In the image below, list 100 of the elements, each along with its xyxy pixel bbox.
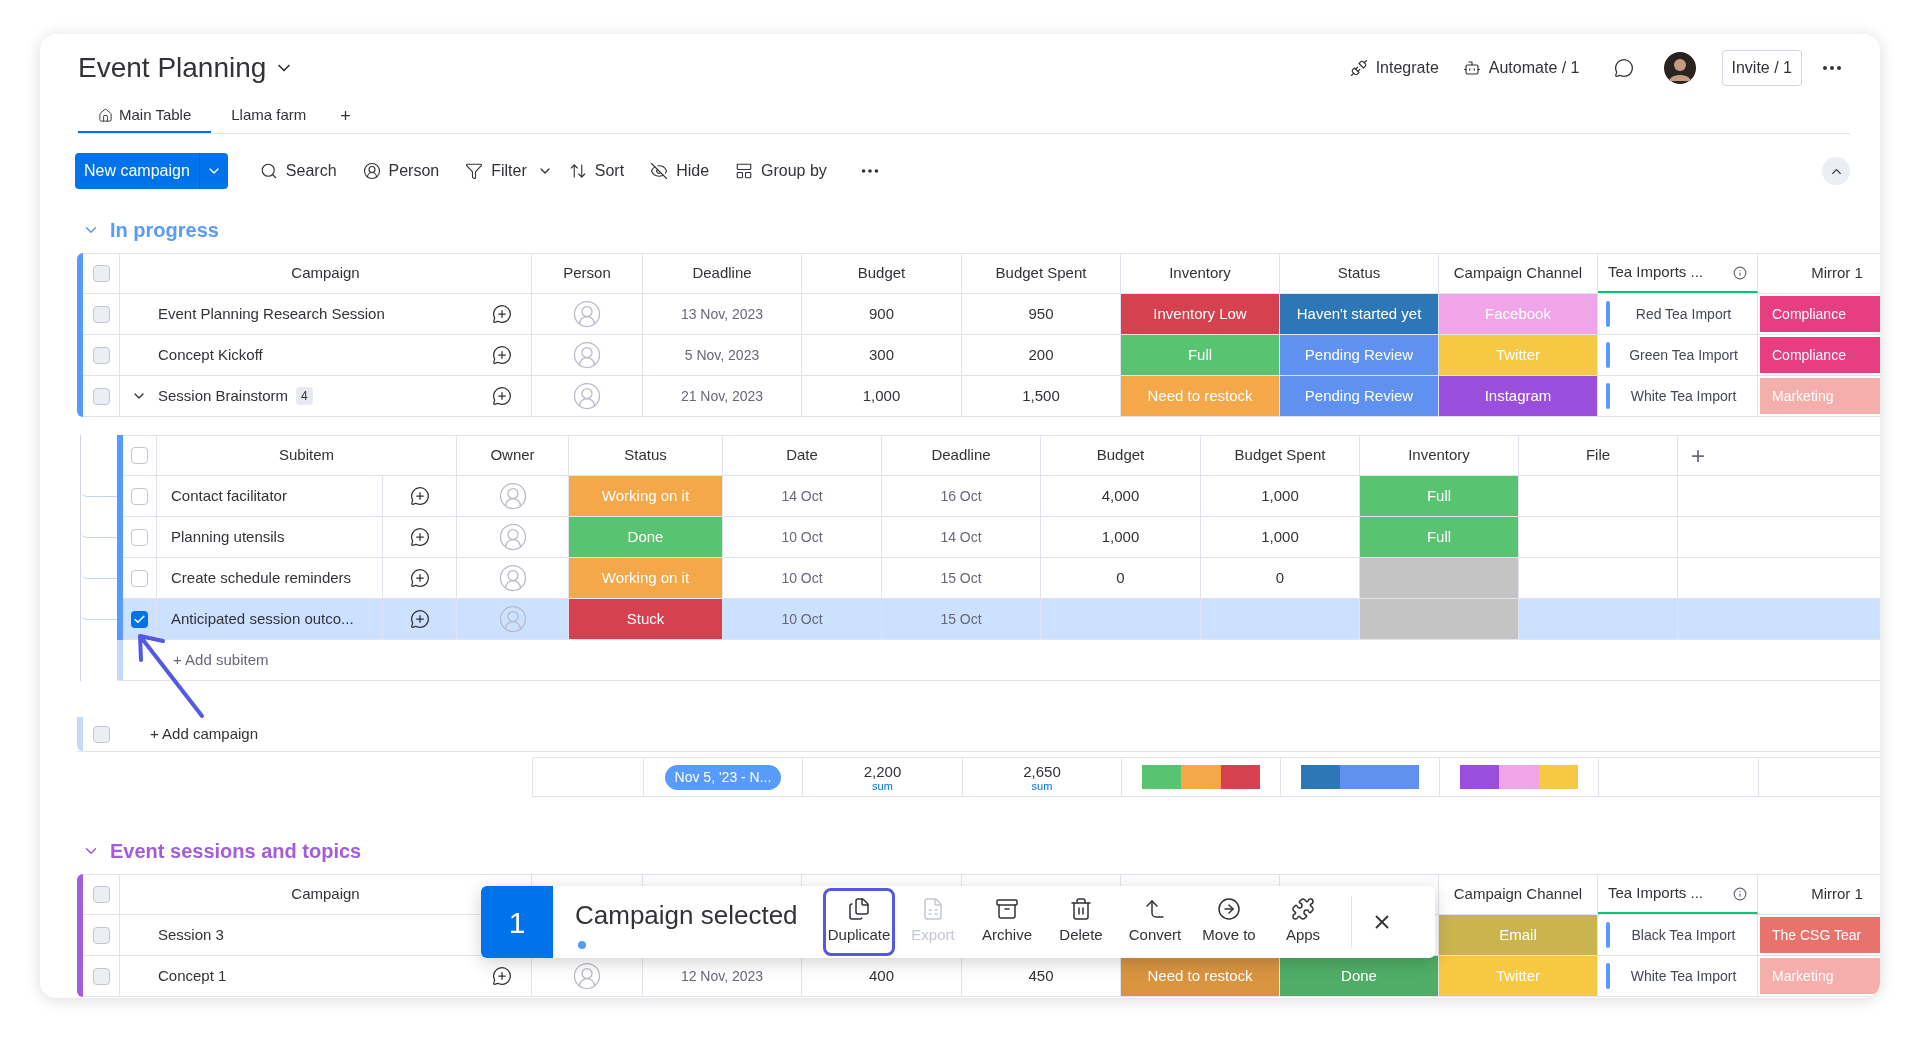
action-button[interactable]: Duplicate (823, 888, 895, 956)
item-name[interactable]: Concept 1 (158, 964, 227, 988)
collapse-button[interactable] (1822, 157, 1850, 185)
add-update-icon[interactable] (409, 568, 430, 588)
add-update-icon[interactable] (492, 386, 512, 406)
board-title[interactable]: Event Planning (78, 47, 267, 89)
distribution-segment[interactable] (1538, 765, 1578, 789)
checkbox[interactable] (93, 725, 110, 743)
view-tab[interactable]: Llama farm (211, 100, 327, 133)
person-avatar-icon[interactable] (497, 481, 528, 511)
person-avatar-icon[interactable] (497, 563, 528, 593)
status-label[interactable]: Compliance (1760, 337, 1880, 373)
column-header: File (1585, 445, 1611, 466)
add-update-icon[interactable] (492, 304, 512, 324)
add-update-icon[interactable] (409, 527, 430, 547)
column-header: Budget Spent (995, 263, 1087, 284)
column-header: Campaign Channel (1453, 263, 1583, 284)
subitem-name[interactable]: Contact facilitator (171, 484, 287, 508)
status-label[interactable]: Inventory Low (1121, 294, 1279, 334)
toolbar-button[interactable]: Group by (725, 153, 837, 189)
column-header: Campaign (291, 263, 360, 284)
status-label[interactable]: Instagram (1439, 376, 1597, 416)
checkbox[interactable] (92, 926, 110, 944)
connected-item[interactable]: Red Tea Import (1618, 303, 1749, 325)
add-campaign-link[interactable]: + Add campaign (150, 722, 258, 746)
person-avatar-icon[interactable] (497, 522, 528, 552)
connected-item[interactable]: White Tea Import (1618, 965, 1749, 987)
user-avatar[interactable] (1663, 52, 1696, 84)
date-text: 12 Nov, 2023 (680, 966, 764, 986)
connected-item[interactable]: Black Tea Import (1618, 924, 1749, 946)
header-action[interactable]: Automate / 1 (1450, 56, 1592, 80)
connected-item[interactable]: Green Tea Import (1618, 344, 1749, 366)
checkbox[interactable] (131, 487, 148, 505)
add-view-button[interactable]: + (326, 100, 365, 133)
number-text: 300 (869, 344, 894, 365)
toolbar-button[interactable]: Sort (558, 153, 635, 189)
info-icon[interactable] (1733, 265, 1747, 280)
subitem-name[interactable]: Create schedule reminders (171, 566, 352, 590)
person-avatar-icon[interactable] (572, 299, 602, 329)
distribution-segment[interactable] (1460, 765, 1500, 789)
person-avatar-icon[interactable] (572, 381, 602, 411)
action-button[interactable]: Delete (1045, 888, 1117, 956)
action-button[interactable]: Convert (1119, 888, 1191, 956)
toolbar-button[interactable]: Filter (455, 153, 537, 189)
item-name[interactable]: Event Planning Research Session (158, 302, 385, 326)
checkbox[interactable] (92, 346, 110, 364)
checkbox[interactable] (131, 528, 148, 546)
person-avatar-icon[interactable] (497, 604, 528, 634)
link-marker (1606, 342, 1610, 368)
action-button[interactable]: Move to (1193, 888, 1265, 956)
connected-item[interactable]: White Tea Import (1618, 385, 1749, 407)
add-update-icon[interactable] (409, 486, 430, 506)
add-subitem-link[interactable]: + Add subitem (173, 648, 269, 672)
person-avatar-icon[interactable] (572, 340, 602, 370)
number-text: 4,000 (1101, 485, 1140, 506)
action-button[interactable]: Archive (971, 888, 1043, 956)
add-update-icon[interactable] (492, 345, 512, 365)
toolbar-button[interactable]: Search (249, 153, 347, 189)
item-name[interactable]: Session 3 (158, 923, 224, 947)
invite-button[interactable]: Invite / 1 (1721, 50, 1802, 86)
eye-off-icon (650, 162, 669, 180)
distribution-segment[interactable] (1142, 765, 1182, 789)
toolbar-button[interactable]: Hide (640, 153, 720, 189)
checkbox[interactable] (92, 967, 110, 985)
person-avatar-icon[interactable] (572, 961, 602, 991)
checkbox[interactable] (92, 265, 110, 282)
checkbox[interactable] (92, 886, 110, 903)
checkbox[interactable] (131, 610, 148, 628)
status-label[interactable]: Haven't started yet (1280, 294, 1438, 334)
subitem-name[interactable]: Planning utensils (171, 525, 285, 549)
distribution-segment[interactable] (1301, 765, 1341, 789)
checkbox[interactable] (92, 305, 110, 323)
add-column-button[interactable]: + (1691, 443, 1705, 468)
header-action[interactable]: Integrate (1337, 56, 1451, 80)
column-header: Mirror 1 (1811, 884, 1863, 905)
home-icon (98, 108, 113, 123)
add-update-icon[interactable] (492, 966, 512, 986)
checkbox[interactable] (131, 569, 148, 587)
number-text: 1,000 (862, 385, 901, 406)
item-name[interactable]: Concept Kickoff (158, 343, 263, 367)
column-header: Budget Spent (1234, 445, 1326, 466)
selected-row[interactable]: Anticipated session outco... Stuck 10 Oct 15 Oct (123, 599, 1880, 640)
add-update-icon[interactable] (409, 609, 430, 629)
column-header: Inventory (1408, 445, 1470, 466)
view-tab[interactable]: Main Table (78, 100, 212, 133)
group-title[interactable]: Event sessions and topics (110, 836, 362, 866)
distribution-segment[interactable] (1220, 765, 1260, 789)
checkbox[interactable] (92, 387, 110, 405)
action-button[interactable]: Apps (1267, 888, 1339, 956)
filter-icon (465, 162, 484, 180)
item-name[interactable]: Session Brainstorm (158, 384, 289, 408)
status-label[interactable]: Compliance (1760, 296, 1880, 332)
checkbox[interactable] (131, 447, 148, 464)
column-header: Date (786, 445, 818, 466)
status-label[interactable]: Stuck (569, 599, 722, 639)
column-header: Tea Imports ... (1608, 883, 1704, 904)
chat-icon[interactable] (1613, 58, 1634, 78)
subitem-name[interactable]: Anticipated session outco... (171, 607, 354, 631)
info-icon[interactable] (1733, 886, 1747, 901)
toolbar-button[interactable]: Person (352, 153, 450, 189)
